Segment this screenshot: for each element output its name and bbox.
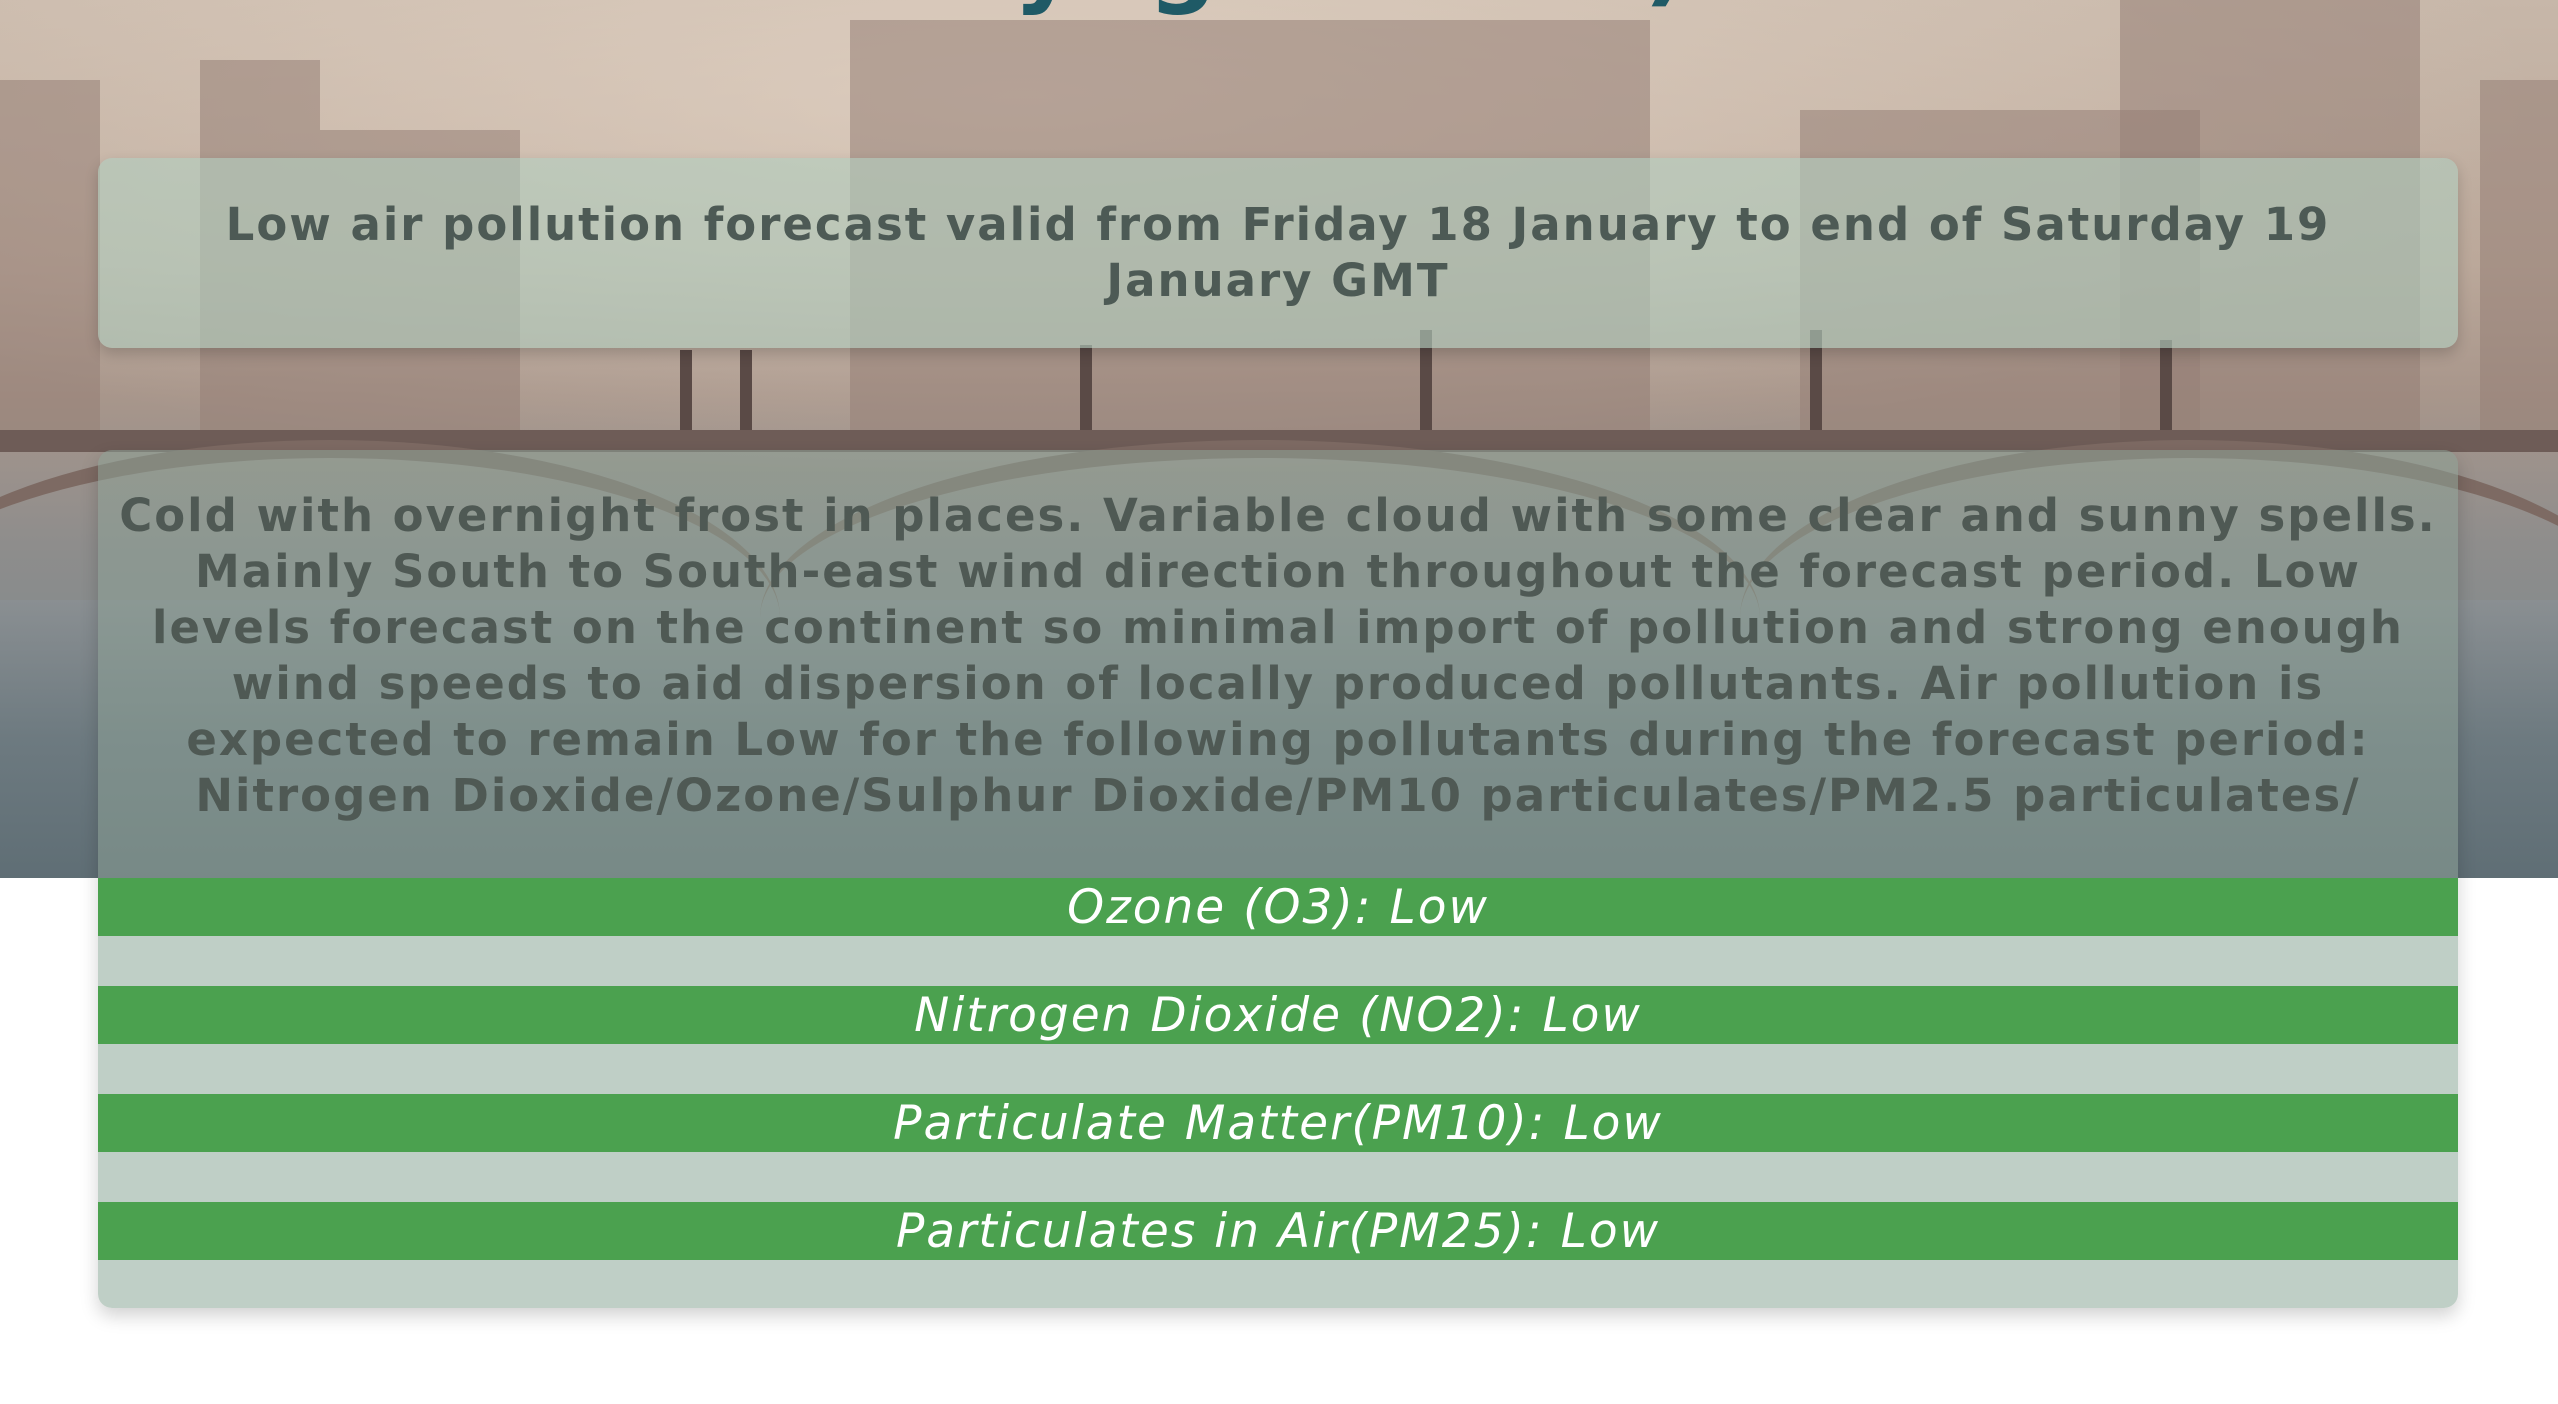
- pollutant-level-bar: Particulate Matter(PM10): Low: [98, 1094, 2458, 1152]
- bridge-lamp-post: [680, 350, 692, 430]
- bridge-lamp-post: [740, 350, 752, 430]
- page-title: Daylight Time): [0, 0, 2558, 17]
- pollutant-level-bar: Particulates in Air(PM25): Low: [98, 1202, 2458, 1260]
- pollutant-label: Particulates in Air(PM25): Low: [895, 1203, 1661, 1259]
- pollutant-row-no2: Nitrogen Dioxide (NO2): Low: [98, 986, 2458, 1094]
- forecast-validity-text: Low air pollution forecast valid from Fr…: [225, 198, 2331, 307]
- forecast-summary-text: Cold with overnight frost in places. Var…: [119, 489, 2437, 822]
- pollutant-label: Ozone (O3): Low: [1067, 879, 1489, 935]
- pollutant-row-pm25: Particulates in Air(PM25): Low: [98, 1202, 2458, 1308]
- pollutant-label: Particulate Matter(PM10): Low: [893, 1095, 1663, 1151]
- forecast-validity-card: Low air pollution forecast valid from Fr…: [98, 158, 2458, 348]
- pollutant-level-bar: Nitrogen Dioxide (NO2): Low: [98, 986, 2458, 1044]
- bridge-lamp-post: [1080, 345, 1092, 430]
- pollutant-list: Ozone (O3): Low Nitrogen Dioxide (NO2): …: [98, 878, 2458, 1308]
- pollutant-row-pm10: Particulate Matter(PM10): Low: [98, 1094, 2458, 1202]
- pollutant-row-ozone: Ozone (O3): Low: [98, 878, 2458, 986]
- building: [2480, 80, 2558, 440]
- bridge-lamp-post: [2160, 340, 2172, 430]
- building: [0, 80, 100, 440]
- pollutant-label: Nitrogen Dioxide (NO2): Low: [914, 987, 1642, 1043]
- forecast-summary-card: Cold with overnight frost in places. Var…: [98, 450, 2458, 1308]
- pollutant-level-bar: Ozone (O3): Low: [98, 878, 2458, 936]
